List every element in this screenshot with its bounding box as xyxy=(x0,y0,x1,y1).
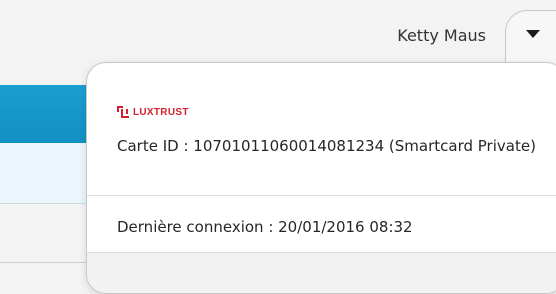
panel-divider xyxy=(87,195,556,196)
user-name[interactable]: Ketty Maus xyxy=(397,26,486,45)
user-info-dropdown: LUXTRUST Carte ID : 10701011060014081234… xyxy=(86,62,556,294)
luxtrust-mark-icon xyxy=(117,106,129,118)
caret-down-icon xyxy=(526,30,540,38)
luxtrust-logo-text: LUXTRUST xyxy=(133,106,189,118)
panel-footer xyxy=(87,252,556,293)
luxtrust-logo: LUXTRUST xyxy=(117,106,189,118)
user-menu-toggle[interactable] xyxy=(505,10,556,70)
last-login-info: Dernière connexion : 20/01/2016 08:32 xyxy=(117,218,413,236)
card-id-info: Carte ID : 10701011060014081234 (Smartca… xyxy=(117,137,536,155)
